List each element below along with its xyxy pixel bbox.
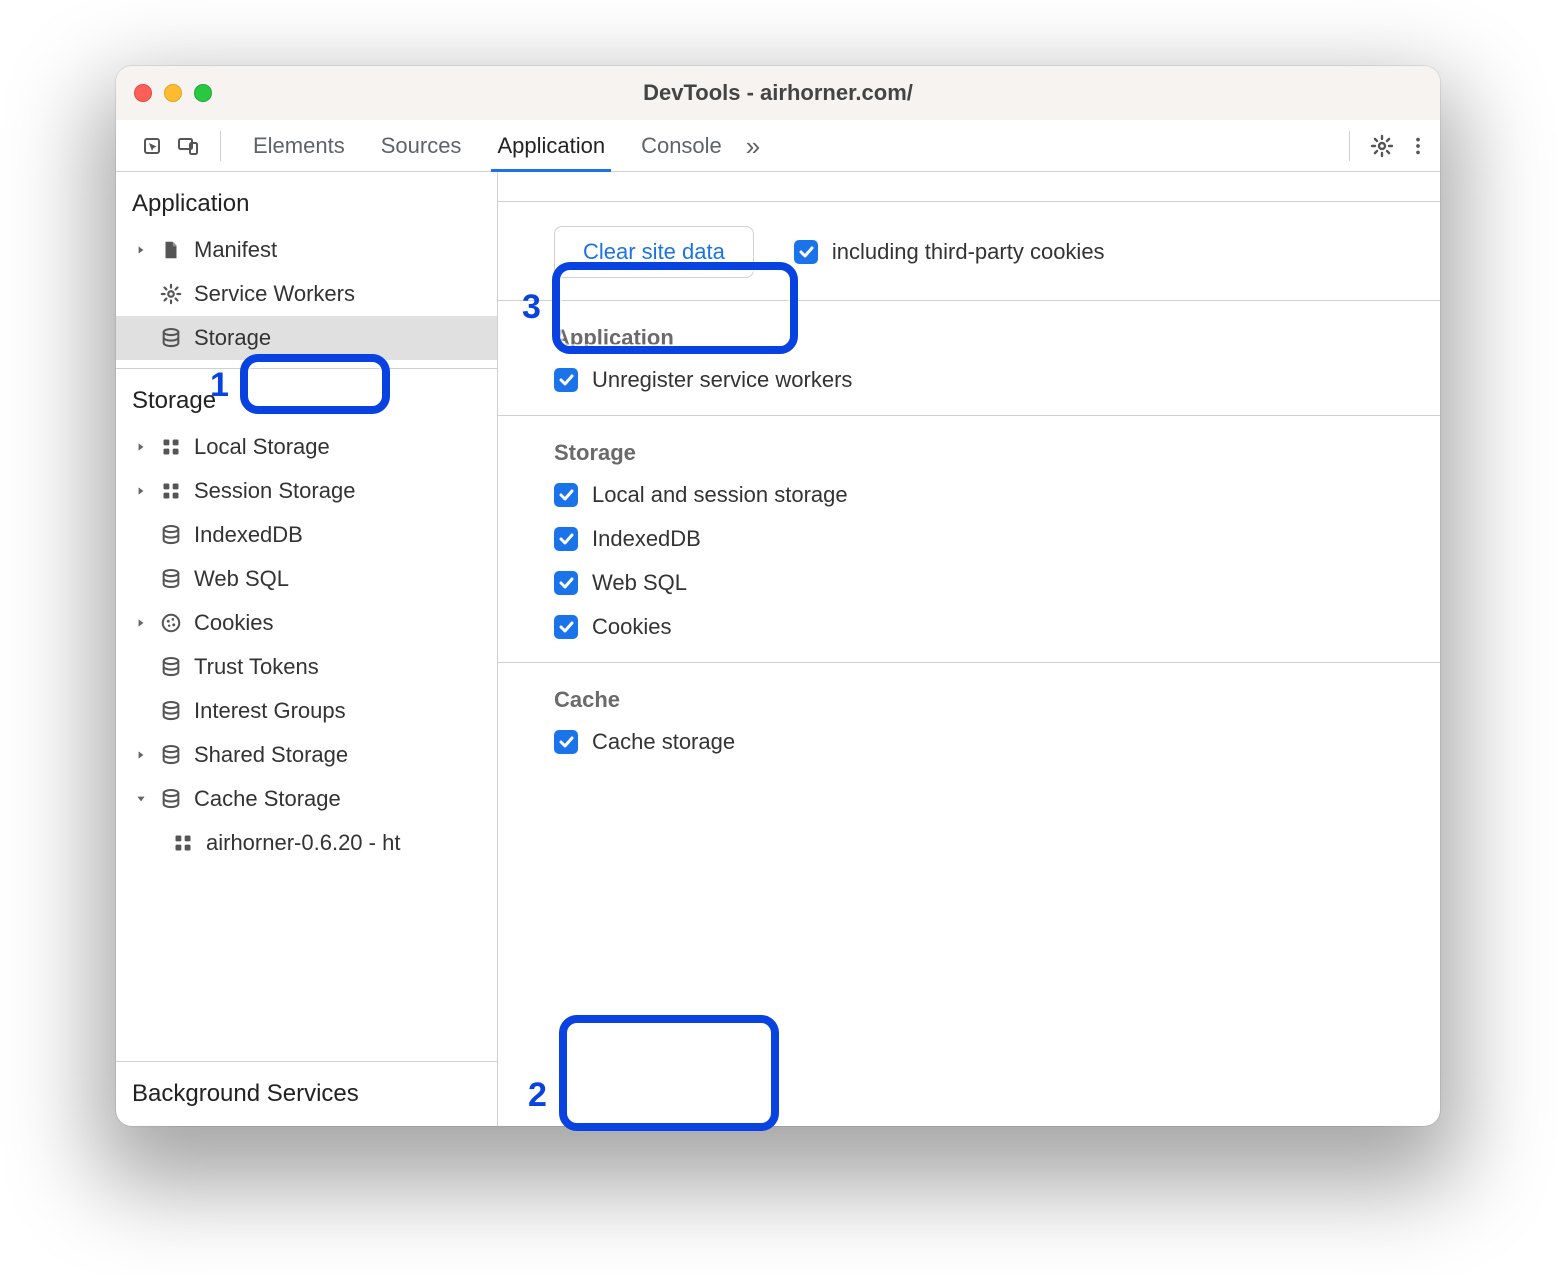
checkbox-label: Web SQL <box>592 570 687 596</box>
gear-icon <box>158 283 184 305</box>
storage-section: Storage Local and session storage Indexe… <box>498 415 1440 662</box>
window-close-button[interactable] <box>134 84 152 102</box>
indexeddb-checkbox[interactable]: IndexedDB <box>554 526 1400 552</box>
window-title: DevTools - airhorner.com/ <box>116 80 1440 106</box>
unregister-sw-checkbox[interactable]: Unregister service workers <box>554 367 1400 393</box>
database-icon <box>158 327 184 349</box>
sidebar-group-application: Application <box>116 172 497 228</box>
window-minimize-button[interactable] <box>164 84 182 102</box>
cookie-icon <box>158 612 184 634</box>
sidebar-item-cache-entry[interactable]: airhorner-0.6.20 - ht <box>116 821 497 865</box>
sidebar-item-web-sql[interactable]: Web SQL <box>116 557 497 601</box>
sidebar-item-label: Storage <box>194 325 271 351</box>
file-icon <box>158 239 184 261</box>
database-icon <box>158 656 184 678</box>
third-party-cookies-checkbox[interactable]: including third-party cookies <box>794 239 1105 265</box>
checkbox-label: Cache storage <box>592 729 735 755</box>
checkbox-checked-icon <box>794 240 818 264</box>
caret-down-icon <box>134 793 148 805</box>
sidebar-item-label: airhorner-0.6.20 - ht <box>206 830 400 856</box>
storage-panel: Clear site data including third-party co… <box>498 172 1440 1126</box>
checkbox-label: Local and session storage <box>592 482 848 508</box>
tab-application[interactable]: Application <box>479 120 623 171</box>
more-menu-icon[interactable] <box>1400 128 1436 164</box>
web-sql-checkbox[interactable]: Web SQL <box>554 570 1400 596</box>
local-session-storage-checkbox[interactable]: Local and session storage <box>554 482 1400 508</box>
checkbox-checked-icon <box>554 571 578 595</box>
sidebar-item-interest-groups[interactable]: Interest Groups <box>116 689 497 733</box>
checkbox-checked-icon <box>554 730 578 754</box>
devtools-window: DevTools - airhorner.com/ Elements Sourc… <box>116 66 1440 1126</box>
sidebar-item-label: Trust Tokens <box>194 654 319 680</box>
traffic-lights <box>134 84 212 102</box>
checkbox-label: IndexedDB <box>592 526 701 552</box>
tabs-overflow-button[interactable]: » <box>740 120 766 171</box>
divider <box>1349 131 1350 161</box>
caret-right-icon <box>134 243 148 257</box>
sidebar-item-storage[interactable]: Storage <box>116 316 497 360</box>
caret-right-icon <box>134 440 148 454</box>
sidebar-item-label: Shared Storage <box>194 742 348 768</box>
grid-icon <box>158 481 184 501</box>
sidebar-item-cookies[interactable]: Cookies <box>116 601 497 645</box>
sidebar-item-label: IndexedDB <box>194 522 303 548</box>
sidebar-item-label: Service Workers <box>194 281 355 307</box>
section-heading: Cache <box>554 687 1400 713</box>
sidebar-item-label: Cookies <box>194 610 273 636</box>
caret-right-icon <box>134 748 148 762</box>
devtools-tabstrip: Elements Sources Application Console » <box>116 120 1440 172</box>
database-icon <box>158 524 184 546</box>
sidebar-item-label: Local Storage <box>194 434 330 460</box>
divider <box>220 131 221 161</box>
sidebar-item-local-storage[interactable]: Local Storage <box>116 425 497 469</box>
caret-right-icon <box>134 484 148 498</box>
application-section: Application Unregister service workers <box>498 300 1440 415</box>
clear-site-data-button[interactable]: Clear site data <box>554 226 754 278</box>
checkbox-checked-icon <box>554 368 578 392</box>
sidebar-group-storage: Storage <box>116 369 497 425</box>
sidebar-group-background-services[interactable]: Background Services <box>116 1061 497 1126</box>
sidebar-item-trust-tokens[interactable]: Trust Tokens <box>116 645 497 689</box>
window-zoom-button[interactable] <box>194 84 212 102</box>
application-sidebar: Application Manifest Service Workers <box>116 172 498 1126</box>
grid-icon <box>170 833 196 853</box>
checkbox-label: Unregister service workers <box>592 367 852 393</box>
grid-icon <box>158 437 184 457</box>
database-icon <box>158 744 184 766</box>
sidebar-item-cache-storage[interactable]: Cache Storage <box>116 777 497 821</box>
tab-sources[interactable]: Sources <box>363 120 480 171</box>
sidebar-item-label: Interest Groups <box>194 698 346 724</box>
window-titlebar: DevTools - airhorner.com/ <box>116 66 1440 120</box>
checkbox-checked-icon <box>554 483 578 507</box>
caret-right-icon <box>134 616 148 630</box>
settings-icon[interactable] <box>1364 128 1400 164</box>
tab-console[interactable]: Console <box>623 120 740 171</box>
inspect-element-icon[interactable] <box>134 128 170 164</box>
checkbox-label: including third-party cookies <box>832 239 1105 265</box>
sidebar-item-label: Session Storage <box>194 478 355 504</box>
sidebar-item-session-storage[interactable]: Session Storage <box>116 469 497 513</box>
cookies-checkbox[interactable]: Cookies <box>554 614 1400 640</box>
section-heading: Application <box>554 325 1400 351</box>
sidebar-item-manifest[interactable]: Manifest <box>116 228 497 272</box>
sidebar-item-label: Cache Storage <box>194 786 341 812</box>
database-icon <box>158 568 184 590</box>
section-heading: Storage <box>554 440 1400 466</box>
tab-elements[interactable]: Elements <box>235 120 363 171</box>
sidebar-item-shared-storage[interactable]: Shared Storage <box>116 733 497 777</box>
sidebar-item-service-workers[interactable]: Service Workers <box>116 272 497 316</box>
database-icon <box>158 700 184 722</box>
sidebar-item-label: Manifest <box>194 237 277 263</box>
checkbox-checked-icon <box>554 615 578 639</box>
sidebar-item-label: Web SQL <box>194 566 289 592</box>
checkbox-label: Cookies <box>592 614 671 640</box>
checkbox-checked-icon <box>554 527 578 551</box>
database-icon <box>158 788 184 810</box>
cache-section: Cache Cache storage <box>498 662 1440 777</box>
clear-data-section: Clear site data including third-party co… <box>498 202 1440 300</box>
cache-storage-checkbox[interactable]: Cache storage <box>554 729 1400 755</box>
sidebar-item-indexeddb[interactable]: IndexedDB <box>116 513 497 557</box>
toggle-device-toolbar-icon[interactable] <box>170 128 206 164</box>
